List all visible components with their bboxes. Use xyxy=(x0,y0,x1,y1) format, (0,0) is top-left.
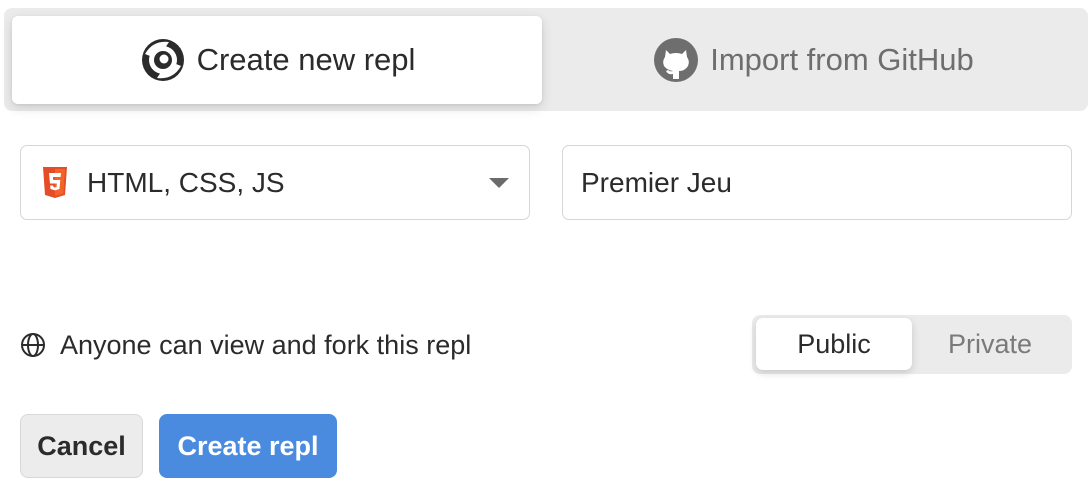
tab-import-label: Import from GitHub xyxy=(710,42,974,77)
template-select[interactable]: HTML, CSS, JS xyxy=(20,145,530,220)
visibility-toggle: Public Private xyxy=(752,315,1072,374)
tab-create-new-repl[interactable]: Create new repl xyxy=(12,16,542,104)
visibility-option-public[interactable]: Public xyxy=(756,318,912,370)
visibility-text: Anyone can view and fork this repl xyxy=(60,329,472,360)
template-select-value: HTML, CSS, JS xyxy=(87,166,285,198)
cancel-button[interactable]: Cancel xyxy=(20,414,143,478)
globe-icon xyxy=(20,332,46,358)
tab-create-label: Create new repl xyxy=(196,42,416,77)
tab-import-github[interactable]: Import from GitHub xyxy=(544,16,1082,104)
create-repl-button[interactable]: Create repl xyxy=(159,414,337,478)
repl-name-input[interactable] xyxy=(562,145,1072,220)
repl-source-tabs: Create new repl Import from GitHub xyxy=(4,8,1088,111)
github-icon xyxy=(652,36,700,84)
visibility-option-private[interactable]: Private xyxy=(912,318,1068,370)
visibility-description: Anyone can view and fork this repl xyxy=(20,326,471,364)
chevron-down-icon xyxy=(489,178,509,188)
html5-icon xyxy=(41,166,69,199)
replit-logo-icon xyxy=(139,36,187,84)
